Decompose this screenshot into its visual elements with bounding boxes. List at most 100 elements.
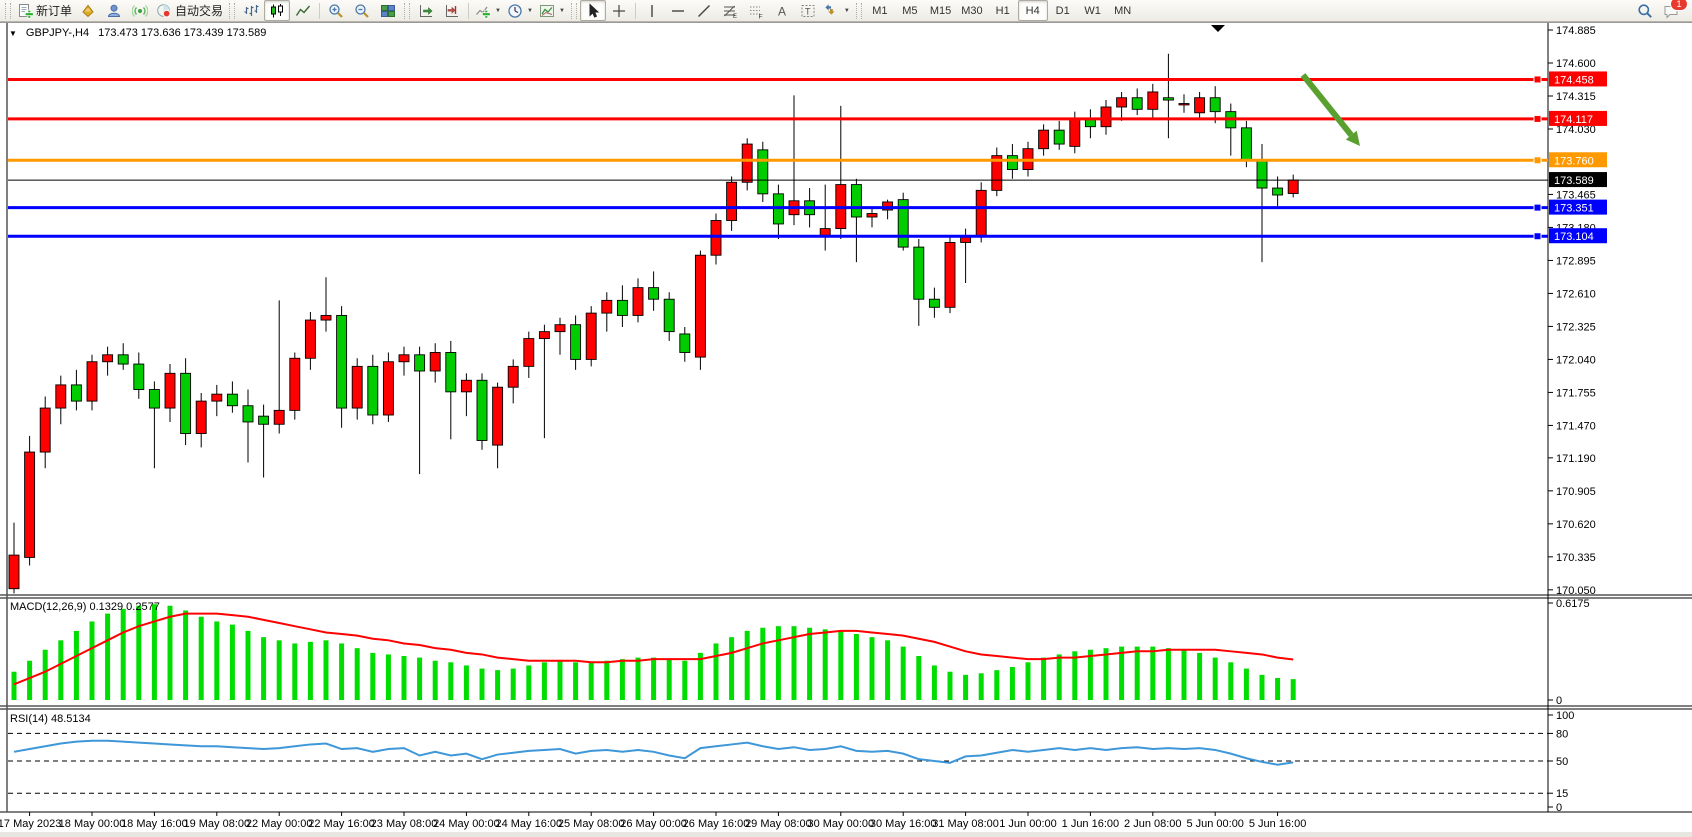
fibonacci-tool-button[interactable]: E <box>717 0 743 21</box>
macd-histogram-bar <box>932 665 937 700</box>
time-axis-label: 26 May 00:00 <box>620 818 687 830</box>
macd-histogram-bar <box>277 640 282 700</box>
candle-body <box>695 255 705 357</box>
price-tick-label: 170.620 <box>1556 519 1596 531</box>
search-icon <box>1637 3 1653 19</box>
horizontal-line-icon <box>670 3 686 19</box>
tile-windows-button[interactable] <box>375 0 401 21</box>
candle-body <box>1210 98 1220 112</box>
timeframe-m1-button[interactable]: M1 <box>865 0 895 21</box>
macd-histogram-bar <box>807 628 812 700</box>
candle-body <box>1070 119 1080 147</box>
templates-button[interactable]: ▼ <box>536 0 568 21</box>
timeframe-h1-button[interactable]: H1 <box>988 0 1018 21</box>
trendline-tool-button[interactable] <box>691 0 717 21</box>
bar-chart-button[interactable] <box>238 0 264 21</box>
macd-histogram-bar <box>90 621 95 700</box>
timeframe-w1-button[interactable]: W1 <box>1078 0 1108 21</box>
macd-histogram-bar <box>573 662 578 700</box>
time-axis-label: 31 May 08:00 <box>932 818 999 830</box>
price-tick-label: 172.325 <box>1556 321 1596 333</box>
cursor-tool-button[interactable] <box>580 0 606 21</box>
macd-histogram-bar <box>1057 654 1062 700</box>
price-level-badge-text: 173.351 <box>1554 203 1594 215</box>
macd-histogram-bar <box>43 650 48 700</box>
gold-tool-button[interactable] <box>75 0 101 21</box>
macd-histogram-bar <box>417 658 422 700</box>
macd-histogram-bar <box>1150 647 1155 700</box>
candle-body <box>617 300 627 315</box>
macd-histogram-bar <box>682 661 687 700</box>
macd-histogram-bar <box>1197 653 1202 700</box>
time-axis-label: 17 May 2023 <box>0 818 61 830</box>
timeframe-m15-button[interactable]: M15 <box>925 0 956 21</box>
candle-body <box>508 366 518 387</box>
tile-windows-icon <box>380 3 396 19</box>
signals-button[interactable] <box>127 0 153 21</box>
templates-icon <box>539 3 555 19</box>
zoom-in-button[interactable] <box>323 0 349 21</box>
periods-button[interactable]: ▼ <box>504 0 536 21</box>
timeframe-d1-button[interactable]: D1 <box>1048 0 1078 21</box>
auto-scroll-button[interactable] <box>413 0 439 21</box>
candle-body <box>1288 180 1298 193</box>
candle-body <box>134 364 144 389</box>
macd-histogram-bar <box>870 637 875 700</box>
macd-histogram-bar <box>823 629 828 700</box>
timeframe-mn-button[interactable]: MN <box>1108 0 1138 21</box>
new-order-button[interactable]: 新订单 <box>14 0 75 21</box>
candle-body <box>352 366 362 408</box>
macd-histogram-bar <box>1275 678 1280 700</box>
price-tick-label: 174.315 <box>1556 91 1596 103</box>
dropdown-caret: ▼ <box>527 8 533 14</box>
line-edit-handle[interactable] <box>1534 233 1541 240</box>
autotrading-button[interactable]: 自动交易 <box>153 0 226 21</box>
candle-body <box>259 416 269 424</box>
vertical-line-tool-button[interactable] <box>639 0 665 21</box>
zoom-out-button[interactable] <box>349 0 375 21</box>
text-label-tool-button[interactable]: T <box>795 0 821 21</box>
time-axis-label: 18 May 00:00 <box>59 818 126 830</box>
indicators-button[interactable]: ▼ <box>472 0 504 21</box>
line-edit-handle[interactable] <box>1534 76 1541 83</box>
candlestick-chart-button[interactable] <box>264 0 290 21</box>
dropdown-caret: ▼ <box>495 8 501 14</box>
candle-body <box>368 366 378 415</box>
text-tool-button[interactable]: A <box>769 0 795 21</box>
timeframe-m5-button[interactable]: M5 <box>895 0 925 21</box>
chart-shift-button[interactable] <box>439 0 465 21</box>
candle-body <box>1101 107 1111 127</box>
candle-body <box>165 373 175 408</box>
arrows-tool-button[interactable]: ▼ <box>821 0 853 21</box>
line-edit-handle[interactable] <box>1534 157 1541 164</box>
toolbar-grip <box>571 3 577 19</box>
editor-tool-button[interactable] <box>101 0 127 21</box>
candle-body <box>945 242 955 307</box>
candle-body <box>680 334 690 353</box>
candle-body <box>461 380 471 392</box>
line-edit-handle[interactable] <box>1534 115 1541 122</box>
horizontal-line-tool-button[interactable] <box>665 0 691 21</box>
timeframe-m30-button[interactable]: M30 <box>956 0 987 21</box>
candle-body <box>71 385 81 401</box>
chart-canvas[interactable]: 174.885174.600174.315174.030173.465173.1… <box>0 22 1692 832</box>
time-axis-label: 24 May 16:00 <box>495 818 562 830</box>
macd-histogram-bar <box>558 661 563 700</box>
candle-body <box>851 185 861 217</box>
search-button[interactable] <box>1632 0 1658 21</box>
timeframe-h4-button[interactable]: H4 <box>1018 0 1048 21</box>
macd-histogram-bar <box>152 604 157 700</box>
chart-window[interactable]: 174.885174.600174.315174.030173.465173.1… <box>0 22 1692 832</box>
line-edit-handle[interactable] <box>1534 204 1541 211</box>
macd-tick-label: 0.6175 <box>1556 598 1590 610</box>
indicators-icon <box>475 3 491 19</box>
macd-histogram-bar <box>1166 648 1171 700</box>
time-axis-label: 18 May 16:00 <box>121 818 188 830</box>
candle-body <box>290 358 300 410</box>
fibonacci-fan-tool-button[interactable]: F <box>743 0 769 21</box>
candle-body <box>212 394 222 401</box>
chart-shift-icon <box>444 3 460 19</box>
line-chart-button[interactable] <box>290 0 316 21</box>
crosshair-tool-button[interactable] <box>606 0 632 21</box>
notifications-button[interactable]: 1 <box>1658 0 1684 21</box>
